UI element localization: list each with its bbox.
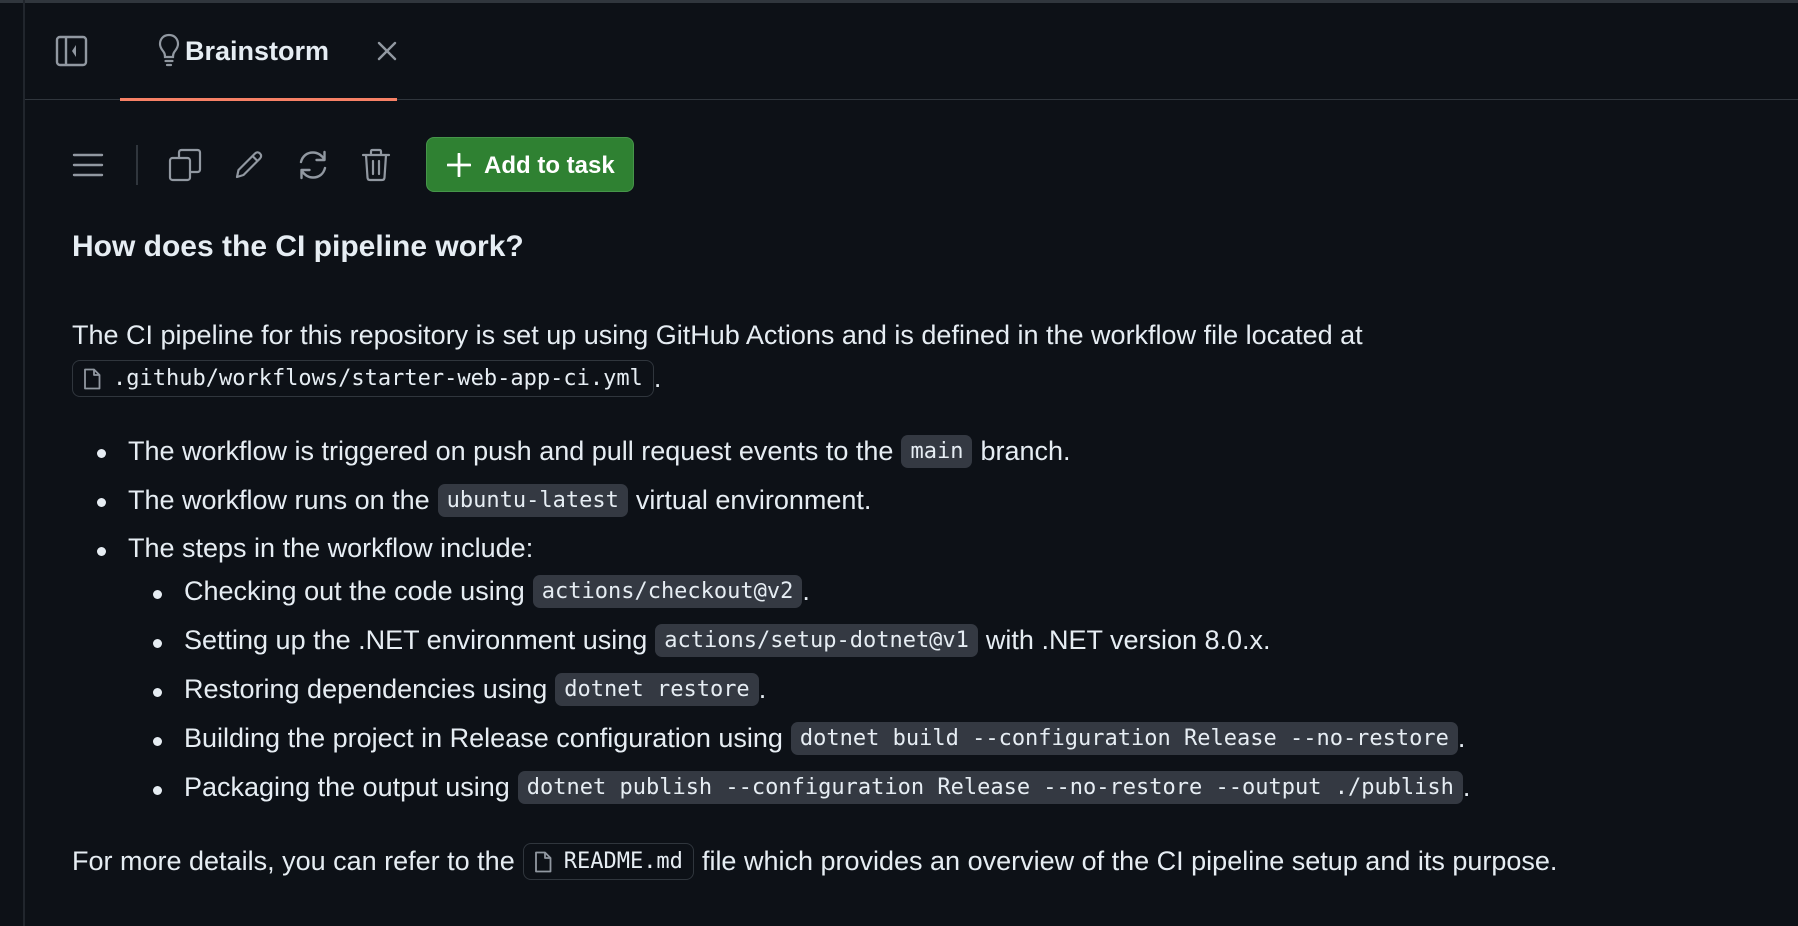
step-item: Building the project in Release configur… <box>184 722 1465 755</box>
left-border <box>23 0 25 926</box>
pencil-icon <box>235 151 263 179</box>
sidebar-toggle-icon <box>55 35 88 67</box>
active-tab-indicator <box>120 98 397 101</box>
list-item-text: The workflow runs on the <box>128 485 430 515</box>
step-text: . <box>758 674 767 704</box>
step-item: Restoring dependencies using dotnet rest… <box>184 673 766 706</box>
footer-text: file which provides an overview of the C… <box>701 846 1558 876</box>
step-text: . <box>802 576 810 606</box>
readme-file-reference[interactable]: README.md <box>522 843 694 880</box>
close-icon[interactable] <box>375 39 399 63</box>
bullet-dot <box>153 737 162 746</box>
bullet-dot <box>97 547 106 556</box>
step-text: with .NET version 8.0.x. <box>985 625 1271 655</box>
response-heading: How does the CI pipeline work? <box>72 230 524 263</box>
step-text: Checking out the code using <box>184 576 525 606</box>
delete-button[interactable] <box>356 145 396 185</box>
add-to-task-button[interactable]: Add to task <box>426 137 634 192</box>
add-to-task-label: Add to task <box>484 152 615 179</box>
bullet-dot <box>153 786 162 795</box>
intro-period: . <box>653 363 662 393</box>
intro-paragraph: The CI pipeline for this repository is s… <box>72 320 1363 351</box>
edit-button[interactable] <box>229 145 269 185</box>
step-text: Packaging the output using <box>184 772 510 802</box>
trash-icon <box>361 148 391 182</box>
inline-code: dotnet build --configuration Release --n… <box>790 722 1458 755</box>
inline-code: dotnet publish --configuration Release -… <box>517 771 1463 804</box>
file-icon <box>534 851 552 872</box>
step-item: Setting up the .NET environment using ac… <box>184 624 1271 657</box>
bullet-dot <box>153 639 162 648</box>
list-item-text: The workflow is triggered on push and pu… <box>128 436 894 466</box>
readme-file-name: README.md <box>563 849 683 874</box>
step-text: Setting up the .NET environment using <box>184 625 648 655</box>
inline-code: ubuntu-latest <box>437 484 628 517</box>
list-item-text: The steps in the workflow include: <box>128 533 534 563</box>
menu-icon <box>72 153 104 177</box>
app-window: Brainstorm Add to task How does the CI p… <box>0 0 1798 926</box>
list-item-text: branch. <box>980 436 1071 466</box>
footer-text: For more details, you can refer to the <box>72 846 515 876</box>
step-item: Checking out the code using actions/chec… <box>184 575 810 608</box>
copy-button[interactable] <box>165 145 205 185</box>
intro-text: The CI pipeline for this repository is s… <box>72 320 1363 350</box>
step-item: Packaging the output using dotnet publis… <box>184 771 1470 804</box>
list-item: The steps in the workflow include: <box>128 533 533 564</box>
step-text: Restoring dependencies using <box>184 674 548 704</box>
step-text: . <box>1462 772 1471 802</box>
step-text: Building the project in Release configur… <box>184 723 783 753</box>
list-item-text: virtual environment. <box>635 485 872 515</box>
tab-brainstorm[interactable]: Brainstorm <box>120 3 399 101</box>
file-icon <box>84 368 101 389</box>
list-item: The workflow runs on the ubuntu-latest v… <box>128 484 871 517</box>
inline-code: main <box>901 435 973 468</box>
step-text: . <box>1457 723 1466 753</box>
workflow-file-reference[interactable]: .github/workflows/starter-web-app-ci.yml <box>72 360 654 397</box>
tab-label: Brainstorm <box>185 36 330 66</box>
lightbulb-icon <box>158 33 180 67</box>
refresh-icon <box>299 150 327 180</box>
bullet-dot <box>97 449 106 458</box>
menu-button[interactable] <box>68 145 108 185</box>
tab-bar: Brainstorm <box>25 3 1798 101</box>
copy-icon <box>168 148 202 182</box>
inline-code: dotnet restore <box>555 673 759 706</box>
inline-code: actions/setup-dotnet@v1 <box>655 624 978 657</box>
toolbar-divider <box>136 145 138 185</box>
workflow-file-name: .github/workflows/starter-web-app-ci.yml <box>113 366 643 391</box>
bullet-dot <box>153 688 162 697</box>
plus-icon <box>447 153 471 177</box>
regenerate-button[interactable] <box>293 145 333 185</box>
bullet-dot <box>97 498 106 507</box>
list-item: The workflow is triggered on push and pu… <box>128 435 1071 468</box>
footer-paragraph: For more details, you can refer to the R… <box>72 843 1557 880</box>
sidebar-toggle-button[interactable] <box>55 34 89 68</box>
bullet-dot <box>153 590 162 599</box>
inline-code: actions/checkout@v2 <box>532 575 803 608</box>
toolbar: Add to task <box>68 137 768 193</box>
intro-file-line: .github/workflows/starter-web-app-ci.yml… <box>72 360 661 397</box>
